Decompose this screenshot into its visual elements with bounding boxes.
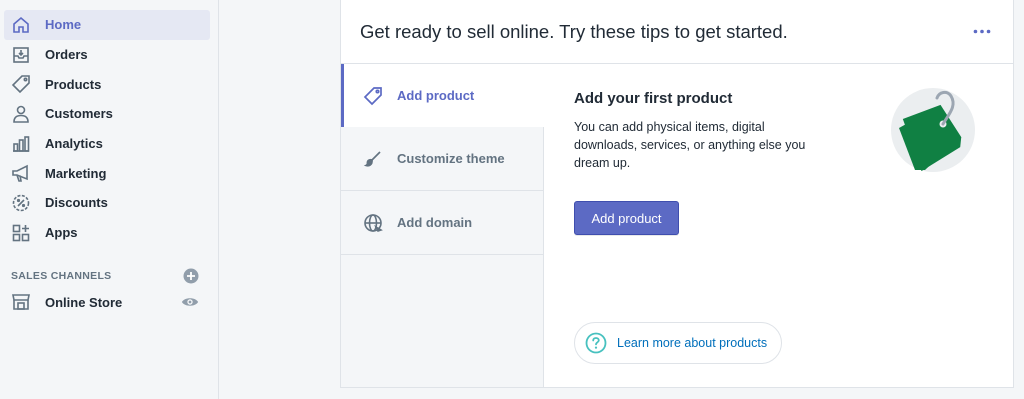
sales-channels-label: SALES CHANNELS	[11, 269, 112, 282]
sidebar-item-orders[interactable]: Orders	[4, 40, 210, 70]
sidebar-item-label: Products	[45, 76, 102, 92]
help-circle-icon	[585, 332, 607, 354]
sidebar-item-label: Discounts	[45, 195, 108, 211]
sales-channels-heading: SALES CHANNELS	[0, 264, 218, 288]
sidebar-item-label: Analytics	[45, 136, 103, 152]
product-tag-illustration	[879, 84, 979, 179]
panel-description: You can add physical items, digital down…	[574, 120, 806, 170]
store-icon	[10, 291, 32, 313]
add-product-button[interactable]: Add product	[574, 201, 679, 235]
online-store-link: Online Store	[10, 291, 122, 313]
sidebar-item-discounts[interactable]: Discounts	[4, 188, 210, 218]
tab-label: Customize theme	[397, 151, 505, 166]
sidebar-item-online-store[interactable]: Online Store	[4, 288, 210, 318]
tips-tabs: Add product Customize theme Add domain	[341, 64, 544, 387]
sidebar-item-label: Apps	[45, 225, 78, 241]
discount-icon	[10, 192, 32, 214]
eye-icon[interactable]	[181, 293, 199, 311]
bar-chart-icon	[10, 133, 32, 155]
sidebar-item-label: Home	[45, 17, 82, 33]
tag-icon	[10, 73, 32, 95]
main-nav: Home Orders Products Customers Analytics	[0, 0, 218, 248]
sidebar-item-products[interactable]: Products	[4, 69, 210, 99]
add-channel-icon[interactable]	[183, 268, 199, 284]
sidebar-item-customers[interactable]: Customers	[4, 99, 210, 129]
sidebar-item-apps[interactable]: Apps	[4, 218, 210, 248]
sidebar-item-label: Customers	[45, 106, 113, 122]
tag-icon	[363, 86, 383, 106]
panel-title: Add your first product	[574, 90, 733, 107]
card-title: Get ready to sell online. Try these tips…	[360, 20, 788, 42]
sidebar-item-label: Orders	[45, 47, 88, 63]
card-header: Get ready to sell online. Try these tips…	[341, 0, 1013, 64]
apps-icon	[10, 222, 32, 244]
learn-more-link[interactable]: Learn more about products	[574, 322, 783, 364]
tab-add-domain[interactable]: Add domain	[341, 191, 543, 255]
sidebar-item-marketing[interactable]: Marketing	[4, 158, 210, 188]
setup-guide-card: Get ready to sell online. Try these tips…	[340, 0, 1014, 388]
home-icon	[10, 14, 32, 36]
learn-more-label: Learn more about products	[617, 336, 768, 350]
tip-panel: Add your first product You can add physi…	[545, 64, 1013, 387]
person-icon	[10, 103, 32, 125]
sidebar-item-label: Online Store	[45, 294, 123, 310]
megaphone-icon	[10, 162, 32, 184]
tab-label: Add product	[397, 88, 475, 103]
tab-add-product[interactable]: Add product	[341, 64, 544, 127]
globe-icon	[363, 213, 383, 233]
sidebar: Home Orders Products Customers Analytics	[0, 0, 219, 399]
brush-icon	[363, 149, 383, 169]
tab-label: Add domain	[397, 215, 473, 230]
tab-customize-theme[interactable]: Customize theme	[341, 127, 543, 191]
sidebar-item-label: Marketing	[45, 165, 107, 181]
more-actions-icon[interactable]	[971, 25, 993, 39]
sidebar-item-analytics[interactable]: Analytics	[4, 129, 210, 159]
orders-icon	[10, 44, 32, 66]
sidebar-item-home[interactable]: Home	[4, 10, 210, 40]
